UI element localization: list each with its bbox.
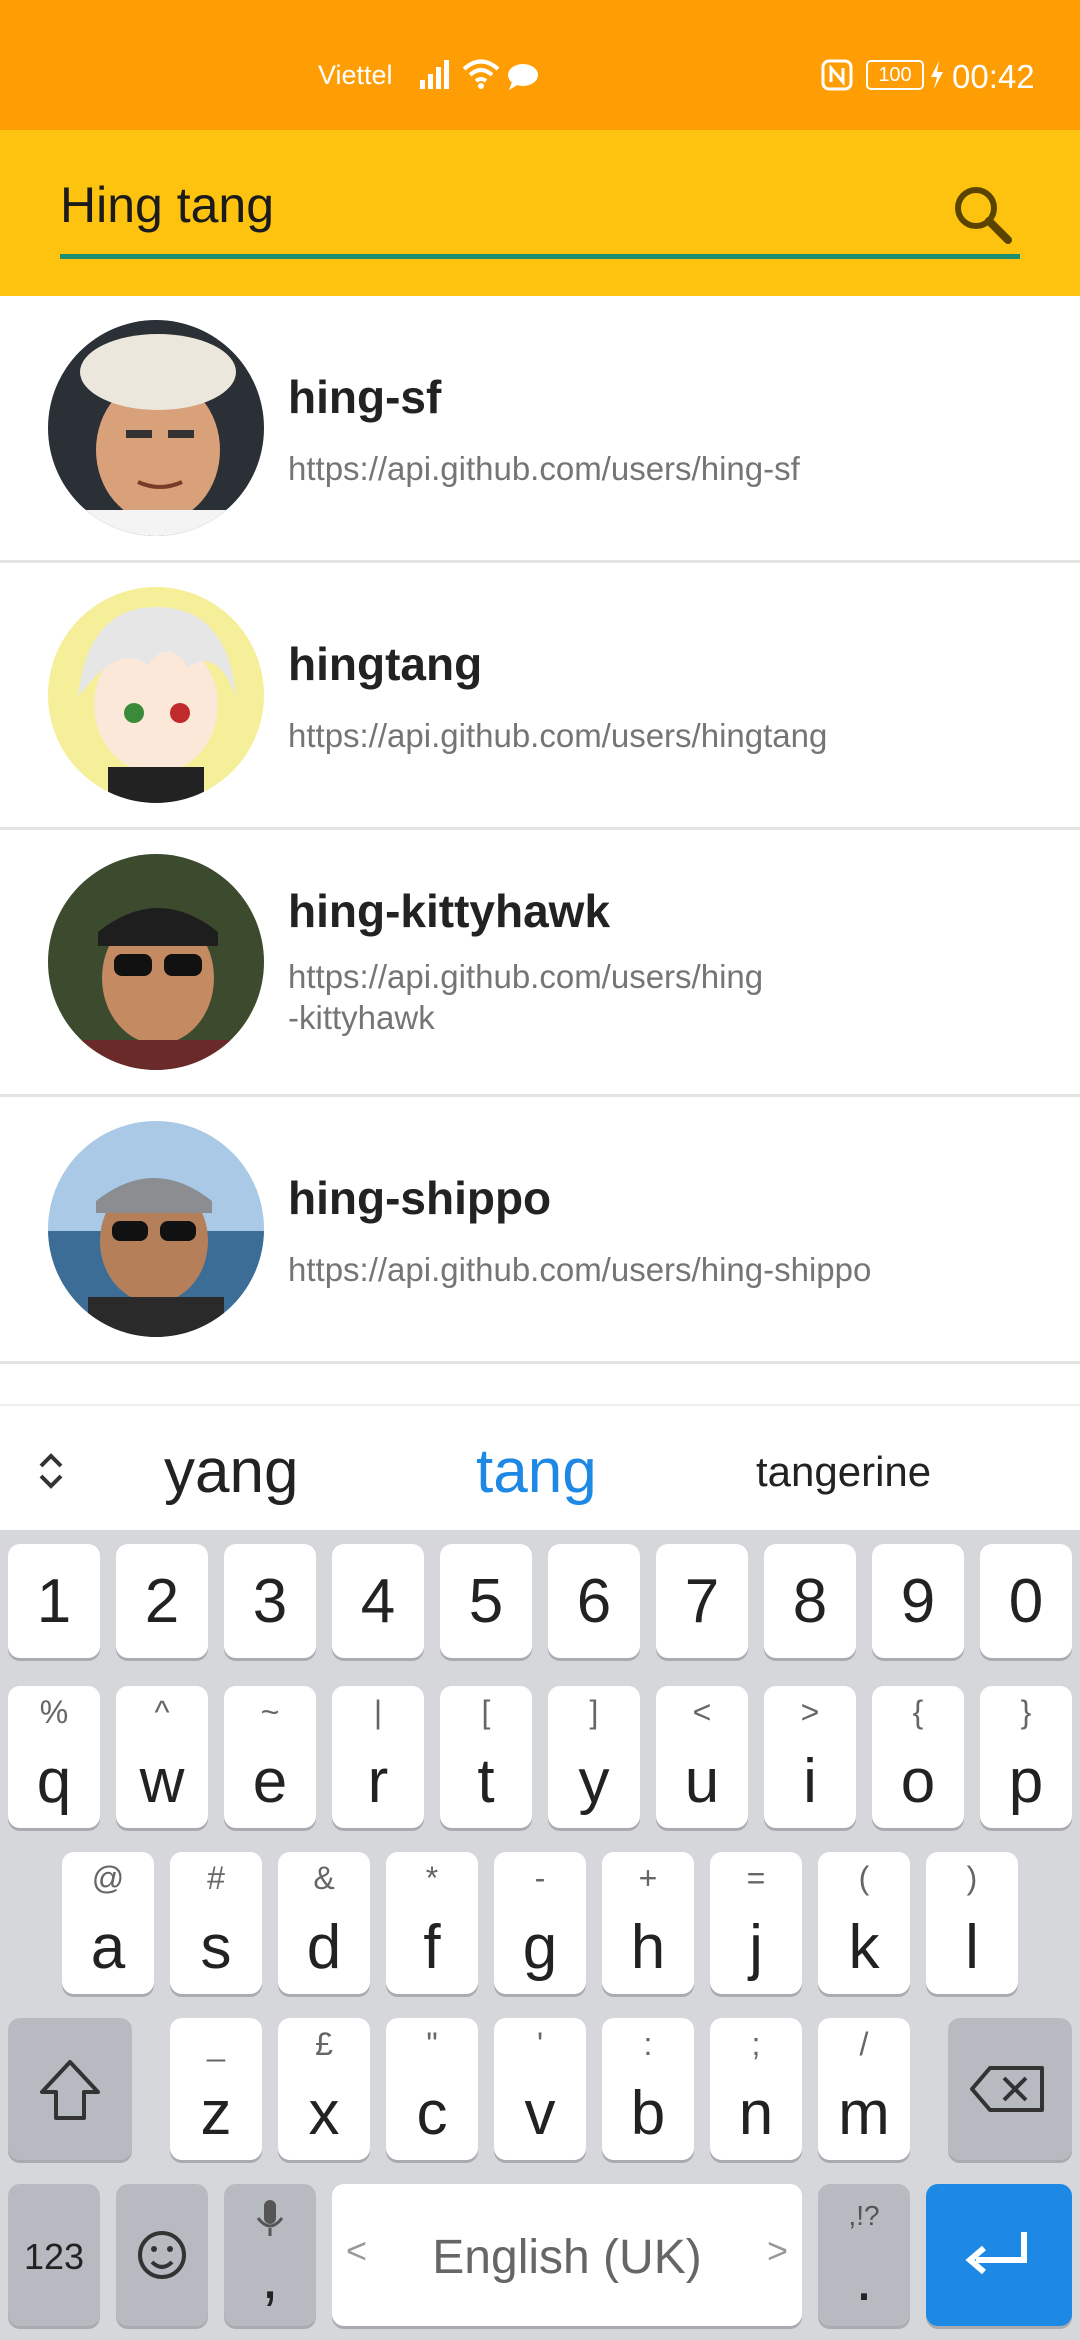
key-l[interactable]: ) l: [926, 1852, 1018, 1994]
shift-key[interactable]: [8, 2018, 132, 2160]
key-8[interactable]: 8: [764, 1544, 856, 1658]
search-input[interactable]: [60, 174, 1020, 236]
user-url: https://api.github.com/users/hing-shippo: [288, 1251, 872, 1288]
key-z[interactable]: _ z: [170, 2018, 262, 2160]
suggestion-left[interactable]: yang: [164, 1436, 298, 1507]
enter-icon: [965, 2232, 1027, 2275]
key-s[interactable]: # s: [170, 1852, 262, 1994]
username: hing-shippo: [288, 1172, 552, 1224]
search-underline: [60, 254, 1020, 259]
suggestion-center[interactable]: tang: [476, 1436, 597, 1507]
suggestion-right[interactable]: tangerine: [756, 1448, 931, 1496]
avatar: [48, 587, 264, 803]
key-g[interactable]: -g: [494, 1852, 586, 1994]
key-4[interactable]: 4: [332, 1544, 424, 1658]
key-2[interactable]: 2: [116, 1544, 208, 1658]
key-q[interactable]: % q: [8, 1686, 100, 1828]
key-j[interactable]: = j: [710, 1852, 802, 1994]
key-5[interactable]: 5: [440, 1544, 532, 1658]
key-t[interactable]: [t: [440, 1686, 532, 1828]
key-1[interactable]: 1: [8, 1544, 100, 1658]
key-x[interactable]: £ x: [278, 2018, 370, 2160]
backspace-icon: [970, 2066, 1044, 2112]
mic-icon: [256, 2200, 284, 2236]
key-3[interactable]: 3: [224, 1544, 316, 1658]
shift-icon: [40, 2060, 100, 2120]
list-item[interactable]: hingtang https://api.github.com/users/hi…: [0, 563, 1080, 830]
emoji-key[interactable]: [116, 2184, 208, 2326]
carrier-name: Viettel: [318, 60, 393, 90]
emoji-icon: [138, 2231, 186, 2279]
username: hing-kittyhawk: [288, 885, 611, 937]
search-icon[interactable]: [950, 182, 1016, 248]
key-e[interactable]: ~ e: [224, 1686, 316, 1828]
period-key[interactable]: ,!? .: [818, 2184, 910, 2326]
list-item[interactable]: hing-shippo https://api.github.com/users…: [0, 1097, 1080, 1364]
suggestion-strip: yang tang tangerine: [0, 1404, 1080, 1530]
nfc-icon: [821, 59, 853, 91]
key-n[interactable]: ; n: [710, 2018, 802, 2160]
key-c[interactable]: " c: [386, 2018, 478, 2160]
search-bar: [0, 130, 1080, 296]
key-a[interactable]: @ a: [62, 1852, 154, 1994]
key-y[interactable]: ] y: [548, 1686, 640, 1828]
user-url: https://api.github.com/users/hingtang: [288, 717, 828, 754]
key-p[interactable]: } p: [980, 1686, 1072, 1828]
key-k[interactable]: (k: [818, 1852, 910, 1994]
user-list: hing-sf https://api.github.com/users/hin…: [0, 296, 1080, 1364]
keyboard: 1 2 3 4 5 6 7 8 9 0 % q ^ w ~ e | r [t ] y < u…: [0, 1530, 1080, 2340]
space-bar[interactable]: < English (UK) >: [332, 2184, 802, 2326]
key-m[interactable]: / m: [818, 2018, 910, 2160]
username: hing-sf: [288, 371, 442, 423]
space-right-arrow: >: [766, 2230, 788, 2271]
user-url: https://api.github.com/users/hing-sf: [288, 450, 800, 487]
clock: 00:42: [952, 58, 1035, 95]
key-d[interactable]: & d: [278, 1852, 370, 1994]
key-9[interactable]: 9: [872, 1544, 964, 1658]
comma-key[interactable]: ,: [224, 2184, 316, 2326]
key-i[interactable]: > i: [764, 1686, 856, 1828]
space-label: English (UK): [432, 2231, 702, 2284]
charging-icon: [931, 61, 943, 89]
key-h[interactable]: + h: [602, 1852, 694, 1994]
key-7[interactable]: 7: [656, 1544, 748, 1658]
expand-icon[interactable]: [24, 1444, 78, 1498]
signal-icon: [420, 60, 449, 89]
username: hingtang: [288, 638, 483, 690]
key-b[interactable]: :b: [602, 2018, 694, 2160]
key-v[interactable]: ' v: [494, 2018, 586, 2160]
message-icon: [508, 64, 538, 90]
key-0[interactable]: 0: [980, 1544, 1072, 1658]
backspace-key[interactable]: [948, 2018, 1072, 2160]
key-r[interactable]: | r: [332, 1686, 424, 1828]
list-item[interactable]: hing-sf https://api.github.com/users/hin…: [0, 296, 1080, 563]
key-6[interactable]: 6: [548, 1544, 640, 1658]
status-bar: Viettel 100 00:42: [0, 0, 1080, 130]
key-w[interactable]: ^ w: [116, 1686, 208, 1828]
avatar: [48, 1121, 264, 1337]
key-u[interactable]: < u: [656, 1686, 748, 1828]
key-o[interactable]: {o: [872, 1686, 964, 1828]
avatar: [48, 854, 264, 1070]
avatar: [48, 320, 264, 536]
list-item[interactable]: hing-kittyhawk https://api.github.com/us…: [0, 830, 1080, 1097]
symbols-key[interactable]: 123: [8, 2184, 100, 2326]
battery-level: 100: [866, 60, 924, 90]
key-f[interactable]: * f: [386, 1852, 478, 1994]
enter-key[interactable]: [926, 2184, 1072, 2326]
user-url: https://api.github.com/users/hing -kitty…: [288, 958, 764, 1036]
wifi-icon: [462, 59, 500, 89]
